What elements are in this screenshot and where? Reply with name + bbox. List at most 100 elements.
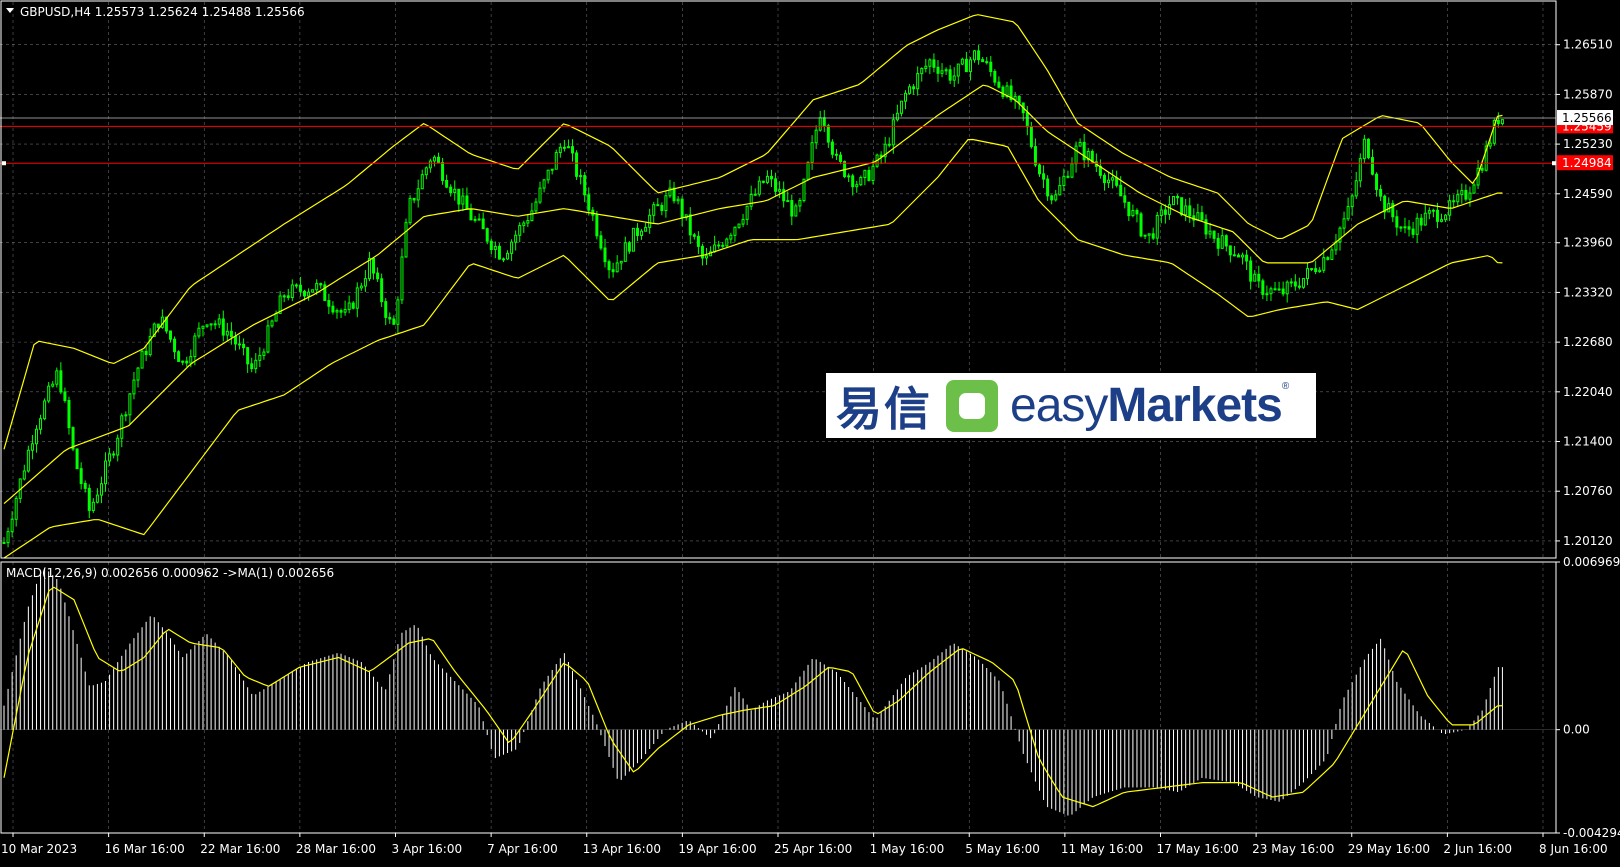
candle-body	[522, 222, 526, 227]
candle-body	[696, 235, 700, 247]
candle-body	[993, 70, 997, 83]
candle-body	[347, 302, 351, 310]
candle-body	[339, 310, 343, 313]
candle-body	[851, 175, 855, 188]
x-tick-label: 29 May 16:00	[1348, 842, 1430, 856]
symbol-header: GBPUSD,H4 1.25573 1.25624 1.25488 1.2556…	[20, 5, 305, 19]
candle-body	[1216, 237, 1220, 249]
candle-body	[822, 117, 826, 127]
candle-body	[205, 324, 209, 327]
candle-body	[587, 194, 591, 211]
candle-body	[1427, 210, 1431, 214]
candle-body	[794, 205, 798, 217]
current-price-label: 1.25566	[1562, 111, 1612, 125]
candle-body	[530, 210, 534, 222]
candle-body	[302, 290, 306, 297]
y-tick-label: 1.25870	[1563, 87, 1613, 101]
candle-body	[1066, 175, 1070, 178]
candle-body	[920, 68, 924, 75]
candle-body	[489, 240, 493, 250]
candle-body	[307, 291, 311, 297]
candle-body	[120, 415, 124, 439]
candle-body	[676, 198, 680, 202]
candle-body	[534, 201, 538, 212]
candle-body	[1236, 254, 1240, 258]
candle-body	[1379, 188, 1383, 197]
candle-body	[944, 69, 948, 72]
candle-body	[327, 300, 331, 307]
candle-body	[290, 284, 294, 299]
candle-body	[506, 252, 510, 260]
candle-body	[132, 379, 136, 395]
candle-body	[376, 272, 380, 280]
candle-body	[571, 146, 575, 154]
candle-body	[1033, 146, 1037, 166]
candle-body	[644, 226, 648, 232]
candle-body	[1257, 273, 1261, 282]
candle-body	[1496, 119, 1500, 125]
candle-body	[1050, 195, 1054, 201]
candle-body	[99, 483, 103, 496]
macd-y-tick-label: 0.00	[1563, 723, 1590, 737]
candle-body	[692, 234, 696, 237]
candle-body	[10, 518, 14, 533]
candle-body	[1415, 217, 1419, 235]
candle-body	[814, 129, 818, 144]
x-tick-label: 1 May 16:00	[870, 842, 945, 856]
candle-body	[1326, 257, 1330, 260]
candle-body	[1200, 212, 1204, 221]
candle-body	[1180, 197, 1184, 216]
candle-body	[627, 242, 631, 252]
candle-body	[1301, 278, 1305, 288]
candle-body	[6, 531, 10, 544]
candle-body	[1220, 235, 1224, 249]
candle-body	[725, 238, 729, 247]
y-tick-label: 1.23960	[1563, 236, 1613, 250]
candle-body	[124, 414, 128, 417]
candle-body	[457, 188, 461, 205]
candle-body	[1253, 273, 1257, 282]
candle-body	[1184, 205, 1188, 216]
candle-body	[315, 283, 319, 291]
candle-body	[660, 204, 664, 212]
candle-body	[388, 316, 392, 320]
candle-body	[372, 257, 376, 274]
candle-body	[554, 152, 558, 170]
candle-body	[1167, 204, 1171, 215]
candle-body	[189, 356, 193, 364]
candle-body	[1188, 205, 1192, 217]
candle-body	[859, 177, 863, 186]
candle-body	[359, 285, 363, 289]
candle-body	[428, 160, 432, 169]
candle-body	[1399, 226, 1403, 229]
candle-body	[615, 262, 619, 273]
candle-body	[481, 218, 485, 230]
candle-body	[1289, 281, 1293, 284]
candle-body	[355, 287, 359, 309]
candle-body	[477, 218, 481, 221]
candle-body	[238, 343, 242, 346]
candle-body	[985, 61, 989, 64]
candle-body	[741, 218, 745, 225]
price-chart-svg[interactable]: 10 Mar 2023 16 Mar 16:00 22 Mar 16:00 28 Ma…	[0, 0, 1620, 862]
y-tick-label: 1.22040	[1563, 385, 1613, 399]
candle-body	[79, 468, 83, 484]
candle-body	[156, 323, 160, 328]
candle-body	[1228, 245, 1232, 256]
candle-body	[95, 494, 99, 503]
x-tick-label: 25 Apr 16:00	[774, 842, 852, 856]
candle-body	[404, 222, 408, 258]
candle-body	[445, 179, 449, 188]
candle-body	[1440, 219, 1444, 222]
candle-body	[940, 70, 944, 74]
candle-body	[177, 351, 181, 362]
candle-body	[1058, 185, 1062, 196]
x-tick-label: 7 Apr 16:00	[487, 842, 558, 856]
candle-body	[648, 214, 652, 228]
candle-body	[1135, 209, 1139, 215]
candle-body	[412, 197, 416, 201]
chart-window[interactable]: 10 Mar 2023 16 Mar 16:00 22 Mar 16:00 28 Ma…	[0, 0, 1620, 862]
candle-body	[1480, 167, 1484, 171]
candle-body	[526, 220, 530, 224]
candle-body	[761, 180, 765, 183]
